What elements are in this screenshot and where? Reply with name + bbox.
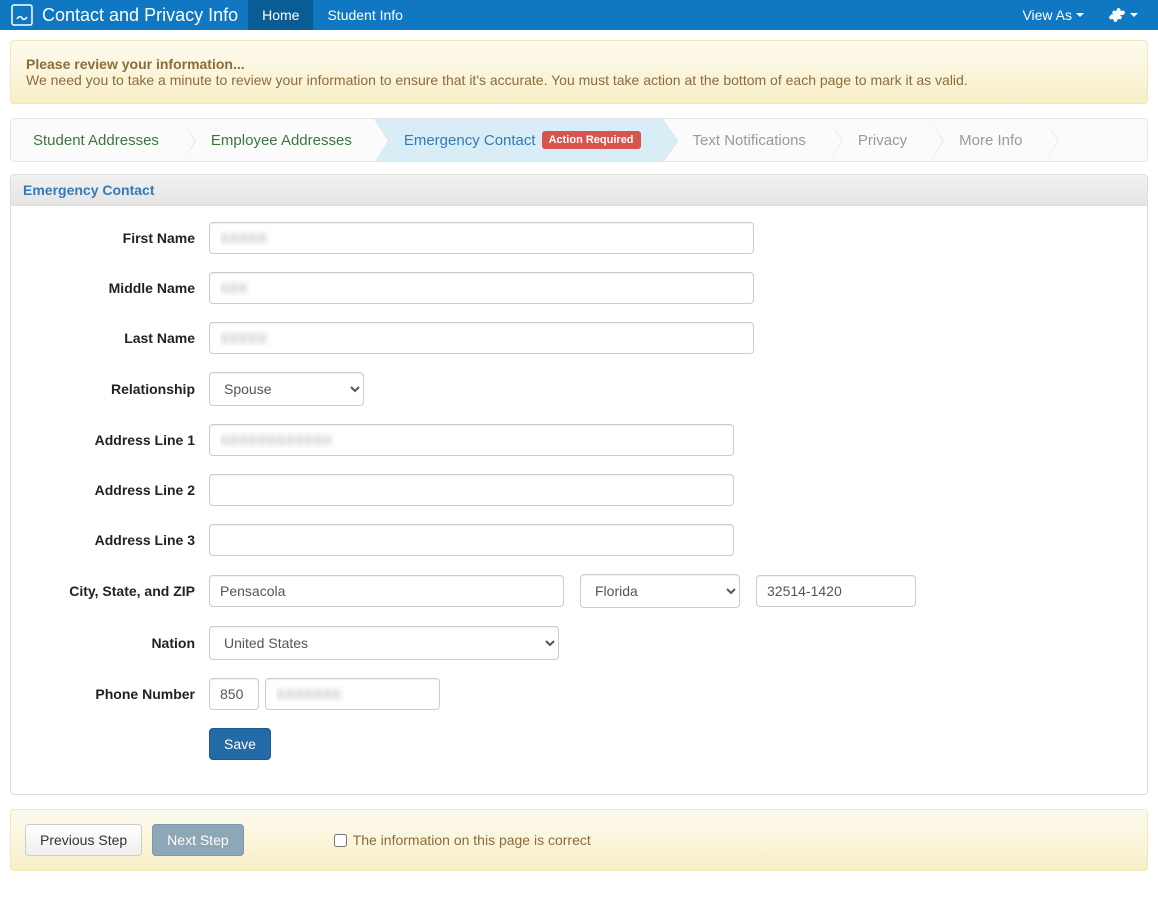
step-label: More Info: [959, 132, 1022, 149]
wizard-steps: Student Addresses Employee Addresses Eme…: [10, 118, 1148, 162]
brand: Contact and Privacy Info: [10, 3, 238, 27]
nav-home[interactable]: Home: [248, 0, 313, 30]
action-required-badge: Action Required: [542, 131, 641, 149]
city-input[interactable]: [209, 575, 564, 607]
confirm-checkbox-wrap[interactable]: The information on this page is correct: [334, 832, 591, 848]
state-select[interactable]: Florida: [580, 574, 740, 608]
step-text-notifications[interactable]: Text Notifications: [663, 119, 828, 161]
view-as-dropdown[interactable]: View As: [1008, 0, 1098, 30]
middle-name-input[interactable]: [209, 272, 754, 304]
first-name-input[interactable]: [209, 222, 754, 254]
last-name-input[interactable]: [209, 322, 754, 354]
step-employee-addresses[interactable]: Employee Addresses: [181, 119, 374, 161]
step-label: Student Addresses: [33, 132, 159, 149]
step-label: Employee Addresses: [211, 132, 352, 149]
footer-bar: Previous Step Next Step The information …: [10, 809, 1148, 871]
step-more-info[interactable]: More Info: [929, 119, 1044, 161]
step-student-addresses[interactable]: Student Addresses: [11, 119, 181, 161]
confirm-label: The information on this page is correct: [353, 832, 591, 848]
nav-home-label: Home: [262, 7, 299, 23]
emergency-contact-panel: Emergency Contact First Name Middle Name…: [10, 174, 1148, 795]
view-as-label: View As: [1022, 7, 1072, 23]
next-step-button[interactable]: Next Step: [152, 824, 243, 856]
nav-student-info[interactable]: Student Info: [313, 0, 417, 30]
gear-icon: [1108, 6, 1126, 24]
step-emergency-contact[interactable]: Emergency Contact Action Required: [374, 119, 663, 161]
settings-dropdown[interactable]: [1098, 6, 1148, 24]
alert-title: Please review your information...: [26, 56, 1132, 72]
step-privacy[interactable]: Privacy: [828, 119, 929, 161]
confirm-checkbox[interactable]: [334, 834, 347, 847]
area-code-input[interactable]: [209, 678, 259, 710]
caret-down-icon: [1076, 13, 1084, 17]
panel-heading: Emergency Contact: [11, 175, 1147, 206]
nav-student-info-label: Student Info: [327, 7, 403, 23]
step-label: Text Notifications: [693, 132, 806, 149]
review-alert: Please review your information... We nee…: [10, 40, 1148, 104]
previous-step-button[interactable]: Previous Step: [25, 824, 142, 856]
relationship-label: Relationship: [29, 381, 209, 397]
phone-label: Phone Number: [29, 686, 209, 702]
alert-body: We need you to take a minute to review y…: [26, 72, 1132, 88]
nation-label: Nation: [29, 635, 209, 651]
relationship-select[interactable]: Spouse: [209, 372, 364, 406]
first-name-label: First Name: [29, 230, 209, 246]
address3-label: Address Line 3: [29, 532, 209, 548]
last-name-label: Last Name: [29, 330, 209, 346]
nation-select[interactable]: United States: [209, 626, 559, 660]
address2-label: Address Line 2: [29, 482, 209, 498]
address1-input[interactable]: [209, 424, 734, 456]
zip-input[interactable]: [756, 575, 916, 607]
step-label: Privacy: [858, 132, 907, 149]
csz-label: City, State, and ZIP: [29, 583, 209, 599]
navbar: Contact and Privacy Info Home Student In…: [0, 0, 1158, 30]
phone-input[interactable]: [265, 678, 440, 710]
save-button[interactable]: Save: [209, 728, 271, 760]
middle-name-label: Middle Name: [29, 280, 209, 296]
caret-down-icon: [1130, 13, 1138, 17]
app-title: Contact and Privacy Info: [42, 5, 238, 26]
step-label: Emergency Contact: [404, 132, 536, 149]
address1-label: Address Line 1: [29, 432, 209, 448]
address3-input[interactable]: [209, 524, 734, 556]
address2-input[interactable]: [209, 474, 734, 506]
logo-icon: [10, 3, 34, 27]
